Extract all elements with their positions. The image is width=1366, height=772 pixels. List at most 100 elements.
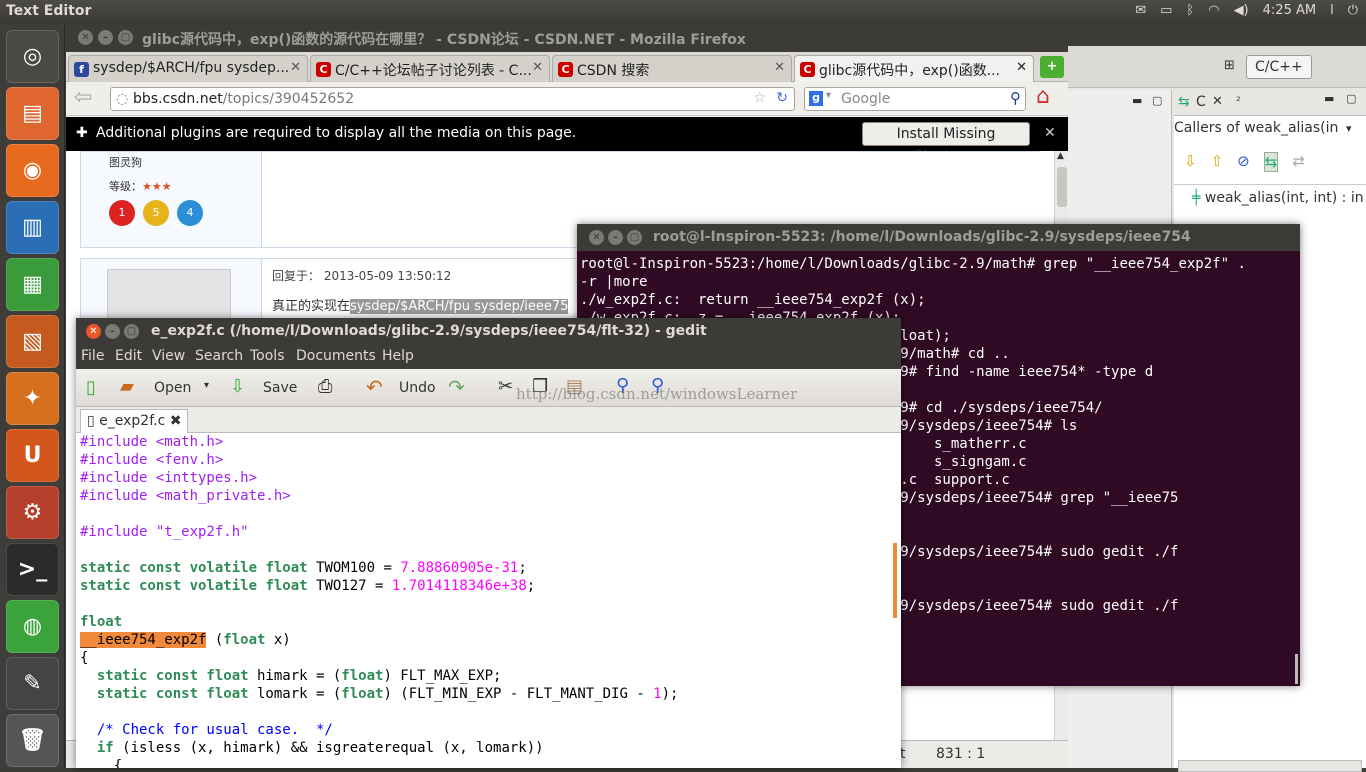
menu-edit[interactable]: Edit [115,348,142,364]
ubuntu-one-icon[interactable]: U [6,429,59,482]
post-user-name[interactable]: 图灵狗 [109,154,142,170]
open-perspective-icon[interactable]: ⊞ [1224,58,1235,73]
firefox-icon[interactable]: ◉ [6,144,59,197]
new-tab-button[interactable]: + [1040,56,1064,78]
wifi-icon[interactable]: ◠ [1208,3,1219,18]
menu-search[interactable]: Search [195,348,243,364]
maximize-icon[interactable]: ▢ [1346,92,1356,105]
close-tab-icon[interactable]: ✕ [290,60,301,75]
menu-tools[interactable]: Tools [250,348,285,364]
close-window-button[interactable]: ✕ [78,30,93,45]
close-tab-icon[interactable]: ✕ [774,60,785,75]
minimize-window-button[interactable]: – [98,30,113,45]
undo-button[interactable]: Undo [399,380,436,396]
show-callers-icon[interactable]: ⇆ [1263,152,1279,172]
clock[interactable]: 4:25 AM [1263,3,1316,18]
url-bar[interactable]: ◌ bbs.csdn.net/topics/390452652 ☆ ↻ [110,87,795,111]
tab-forum-list[interactable]: C C/C++论坛帖子讨论列表 - C... ✕ [310,55,550,82]
close-notification-icon[interactable]: ✕ [1044,125,1056,141]
calc-icon[interactable]: ▦ [6,258,59,311]
view-tab-c[interactable]: C [1196,94,1206,110]
code-editor[interactable]: #include <math.h> #include <fenv.h> #inc… [76,433,901,768]
level-stars: ★★★ [142,180,172,193]
arrow-down-icon[interactable]: ⇩ [1184,152,1197,172]
user-name[interactable]: l [1330,3,1334,18]
install-plugins-button[interactable]: Install Missing Plugins... [862,122,1030,164]
google-icon[interactable]: g [809,91,823,106]
terminal-scrollbar[interactable] [1295,654,1298,684]
reload-icon[interactable]: ↻ [776,90,788,106]
search-engine-dropdown-icon[interactable]: ▾ [826,90,831,101]
minimize-icon[interactable]: ▬ [1132,94,1142,107]
close-tab-icon[interactable]: ✖ [170,413,182,429]
volume-icon[interactable]: ◀) [1234,3,1249,18]
writer-icon[interactable]: ▥ [6,201,59,254]
cut-icon[interactable]: ✂ [498,376,513,397]
new-document-icon[interactable]: ▯ [86,377,96,398]
editor-scrollbar-marker[interactable] [893,543,897,618]
maximize-icon[interactable]: ▢ [1152,94,1162,107]
system-settings-icon[interactable]: ⚙ [6,486,59,539]
search-icon[interactable]: ⚲ [1010,89,1021,107]
terminal-titlebar: ✕ – ▢ root@l-Inspiron-5523: /home/l/Down… [577,224,1300,251]
impress-icon[interactable]: ▧ [6,315,59,368]
scroll-up-icon[interactable]: ▲ [1057,151,1064,161]
minimize-window-button[interactable]: – [105,324,120,339]
battery-icon[interactable]: ▭ [1160,3,1172,18]
mail-icon[interactable]: ✉ [1135,3,1146,18]
view-menu-icon[interactable]: ▾ [1346,122,1352,135]
close-window-button[interactable]: ✕ [86,324,101,339]
globe-app-icon[interactable]: ◍ [6,600,59,653]
search-input[interactable]: g ▾ Google ⚲ [804,87,1026,111]
home-icon[interactable]: ⌂ [1036,84,1050,109]
software-center-icon[interactable]: ✦ [6,372,59,425]
ubuntu-dash-icon[interactable]: ◎ [6,30,59,83]
scrollbar-thumb[interactable] [1057,167,1067,207]
menu-documents[interactable]: Documents [296,348,376,364]
tab-glibc-exp[interactable]: Cglibc源代码中，exp()函数... ✕ [794,55,1034,82]
perspective-button[interactable]: C/C++ [1246,55,1312,79]
menu-view[interactable]: View [152,348,185,364]
terminal-icon[interactable]: >_ [6,543,59,596]
redo-icon[interactable]: ↷ [448,375,465,399]
print-icon[interactable]: ⎙ [318,376,332,397]
save-icon[interactable]: ⇩ [230,376,245,397]
tab-label: C/C++论坛帖子讨论列表 - C... [335,63,532,79]
arrow-up-icon[interactable]: ⇧ [1211,152,1224,172]
close-window-button[interactable]: ✕ [589,230,604,245]
back-button[interactable]: ⇦ [74,85,92,110]
open-button[interactable]: Open [154,380,191,396]
gedit-icon[interactable]: ✎ [6,657,59,710]
bluetooth-icon[interactable]: ᛒ [1186,3,1194,18]
close-view-icon[interactable]: ✕ [1212,94,1223,109]
site-identity-icon[interactable]: ◌ [116,91,128,107]
more-views-indicator[interactable]: ² [1236,94,1241,108]
power-icon[interactable]: ⏻ [1348,3,1358,18]
menu-file[interactable]: File [81,348,104,364]
horizontal-scrollbar[interactable] [1178,760,1362,772]
minimize-window-button[interactable]: – [608,230,623,245]
tab-sysdep[interactable]: f sysdep/$ARCH/fpu sysdep... ✕ [68,55,308,82]
open-dropdown-icon[interactable]: ▾ [204,380,209,391]
tree-item[interactable]: ╪ weak_alias(int, int) : in [1192,190,1364,206]
function-icon: ╪ [1192,190,1205,206]
medal-badge: 5 [143,200,169,226]
undo-icon[interactable]: ↶ [366,375,383,399]
tab-e-exp2f[interactable]: ▯ e_exp2f.c ✖ [80,409,189,433]
menu-help[interactable]: Help [382,348,414,364]
bookmark-star-icon[interactable]: ☆ [753,90,766,106]
filter-icon[interactable]: ⊘ [1237,152,1250,172]
open-folder-icon[interactable]: ▰ [120,376,134,397]
show-callees-icon[interactable]: ⇄ [1292,152,1305,172]
files-icon[interactable]: ▤ [6,87,59,140]
maximize-window-button[interactable]: ▢ [118,30,133,45]
maximize-window-button[interactable]: ▢ [627,230,642,245]
close-tab-icon[interactable]: ✕ [532,60,543,75]
tab-csdn-search[interactable]: C CSDN 搜索 ✕ [552,55,792,82]
tab-label: glibc源代码中，exp()函数... [819,63,1001,79]
save-button[interactable]: Save [263,380,297,396]
trash-icon[interactable]: 🗑 [6,714,59,767]
maximize-window-button[interactable]: ▢ [124,324,139,339]
close-tab-icon[interactable]: ✕ [1016,60,1027,75]
minimize-icon[interactable]: ▬ [1324,92,1334,105]
